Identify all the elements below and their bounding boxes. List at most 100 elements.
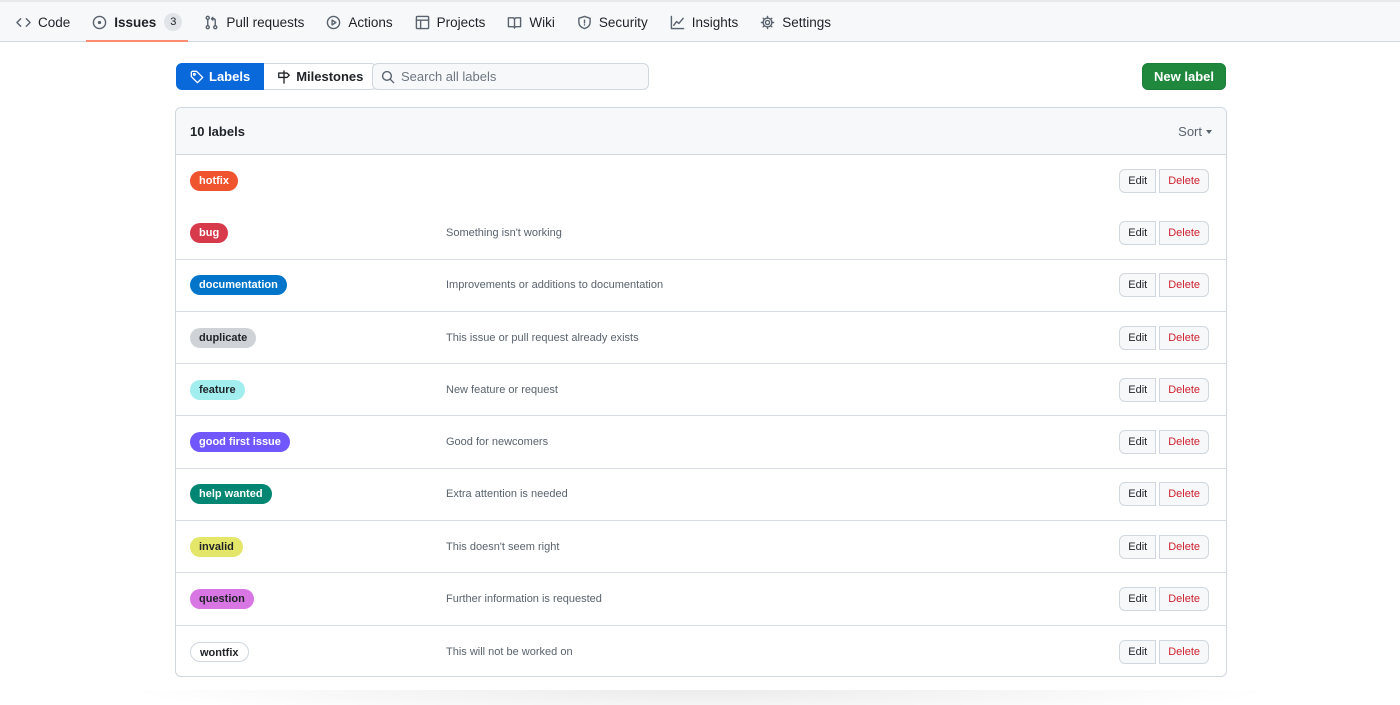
- edit-button[interactable]: Edit: [1119, 587, 1157, 612]
- label-actions: Edit Delete: [1119, 220, 1209, 245]
- milestones-tab-button[interactable]: Milestones: [264, 63, 378, 90]
- tab-label: Wiki: [529, 14, 555, 30]
- label-cell: good first issue: [176, 432, 446, 453]
- edit-button[interactable]: Edit: [1119, 430, 1157, 455]
- search-icon: [381, 70, 395, 83]
- tab-security[interactable]: Security: [571, 3, 654, 41]
- labels-milestones-subnav: Labels Milestones: [176, 63, 378, 90]
- label-description: This issue or pull request already exist…: [446, 331, 639, 344]
- tab-label: Security: [598, 14, 648, 30]
- tab-code[interactable]: Code: [10, 3, 76, 41]
- label-pill[interactable]: documentation: [190, 275, 287, 296]
- edit-button[interactable]: Edit: [1119, 639, 1157, 664]
- label-pill[interactable]: wontfix: [190, 641, 249, 662]
- label-description: This doesn't seem right: [446, 540, 560, 553]
- label-pill[interactable]: help wanted: [190, 484, 272, 505]
- tab-label: Code: [38, 14, 71, 30]
- label-description: Something isn't working: [446, 226, 562, 239]
- label-actions: Edit Delete: [1119, 482, 1209, 507]
- gear-icon: [760, 15, 775, 29]
- graph-icon: [670, 15, 684, 29]
- tab-label: Projects: [436, 14, 486, 30]
- label-description: Improvements or additions to documentati…: [446, 279, 664, 292]
- book-icon: [508, 16, 522, 29]
- milestone-icon: [278, 69, 291, 84]
- label-row: invalid This doesn't seem right Edit Delete: [176, 521, 1226, 574]
- new-label-button[interactable]: New label: [1142, 63, 1226, 90]
- label-description: New feature or request: [446, 383, 558, 396]
- label-pill[interactable]: feature: [190, 379, 245, 400]
- label-cell: bug: [176, 222, 446, 243]
- label-description: This will not be worked on: [446, 645, 573, 658]
- issue-opened-icon: [92, 15, 107, 29]
- label-pill[interactable]: question: [190, 589, 254, 610]
- label-cell: help wanted: [176, 484, 446, 505]
- bottom-shadow: [120, 690, 1280, 705]
- tab-actions[interactable]: Actions: [320, 3, 398, 41]
- code-icon: [16, 17, 31, 27]
- edit-button[interactable]: Edit: [1119, 273, 1157, 298]
- tab-wiki[interactable]: Wiki: [501, 3, 561, 41]
- search-input[interactable]: [401, 69, 631, 84]
- labels-rows: hotfix Edit Delete bug Something isn't worki…: [176, 155, 1226, 676]
- delete-button[interactable]: Delete: [1159, 587, 1209, 612]
- tag-icon: [190, 70, 204, 83]
- label-pill[interactable]: good first issue: [190, 432, 290, 453]
- sort-label: Sort: [1178, 123, 1202, 139]
- tab-issues[interactable]: Issues 3: [86, 3, 189, 42]
- label-description: Further information is requested: [446, 593, 602, 606]
- label-actions: Edit Delete: [1119, 430, 1209, 455]
- labels-list-header: 10 labels Sort: [176, 108, 1226, 155]
- label-pill[interactable]: invalid: [190, 536, 243, 557]
- sort-dropdown[interactable]: Sort: [1178, 124, 1212, 139]
- search-labels-box: [372, 63, 649, 90]
- labels-tab-label: Labels: [209, 69, 251, 84]
- delete-button[interactable]: Delete: [1159, 377, 1209, 402]
- edit-button[interactable]: Edit: [1119, 534, 1157, 559]
- issues-counter: 3: [164, 13, 183, 31]
- delete-button[interactable]: Delete: [1159, 273, 1209, 298]
- delete-button[interactable]: Delete: [1159, 534, 1209, 559]
- tab-label: Actions: [348, 14, 393, 30]
- delete-button[interactable]: Delete: [1159, 430, 1209, 455]
- edit-button[interactable]: Edit: [1119, 220, 1157, 245]
- edit-button[interactable]: Edit: [1119, 482, 1157, 507]
- delete-button[interactable]: Delete: [1159, 639, 1209, 664]
- label-pill[interactable]: bug: [190, 222, 229, 243]
- label-actions: Edit Delete: [1119, 639, 1209, 664]
- edit-button[interactable]: Edit: [1119, 377, 1157, 402]
- tab-settings[interactable]: Settings: [754, 3, 837, 41]
- edit-button[interactable]: Edit: [1119, 325, 1157, 350]
- tab-label: Issues: [114, 14, 157, 30]
- tab-label: Insights: [691, 14, 739, 30]
- delete-button[interactable]: Delete: [1159, 220, 1209, 245]
- label-cell: wontfix: [176, 641, 446, 662]
- label-cell: feature: [176, 379, 446, 400]
- label-actions: Edit Delete: [1119, 534, 1209, 559]
- label-row: question Further information is requested…: [176, 573, 1226, 626]
- label-actions: Edit Delete: [1119, 169, 1209, 194]
- edit-button[interactable]: Edit: [1119, 169, 1157, 194]
- label-description: Good for newcomers: [446, 436, 549, 449]
- pull-request-icon: [205, 15, 218, 29]
- label-actions: Edit Delete: [1119, 273, 1209, 298]
- label-actions: Edit Delete: [1119, 377, 1209, 402]
- delete-button[interactable]: Delete: [1159, 169, 1209, 194]
- milestones-tab-label: Milestones: [296, 69, 364, 84]
- label-cell: hotfix: [176, 171, 446, 192]
- tab-pull-requests[interactable]: Pull requests: [198, 3, 310, 41]
- label-actions: Edit Delete: [1119, 587, 1209, 612]
- labels-tab-button[interactable]: Labels: [176, 63, 265, 90]
- label-pill[interactable]: hotfix: [190, 171, 238, 192]
- label-actions: Edit Delete: [1119, 325, 1209, 350]
- label-row: documentation Improvements or additions t…: [176, 260, 1226, 312]
- label-row: hotfix Edit Delete: [176, 155, 1226, 207]
- label-row: feature New feature or request Edit Delete: [176, 364, 1226, 417]
- tab-projects[interactable]: Projects: [409, 3, 492, 41]
- tab-insights[interactable]: Insights: [664, 3, 745, 41]
- label-cell: documentation: [176, 275, 446, 296]
- delete-button[interactable]: Delete: [1159, 325, 1209, 350]
- delete-button[interactable]: Delete: [1159, 482, 1209, 507]
- play-icon: [327, 15, 341, 29]
- label-pill[interactable]: duplicate: [190, 327, 257, 348]
